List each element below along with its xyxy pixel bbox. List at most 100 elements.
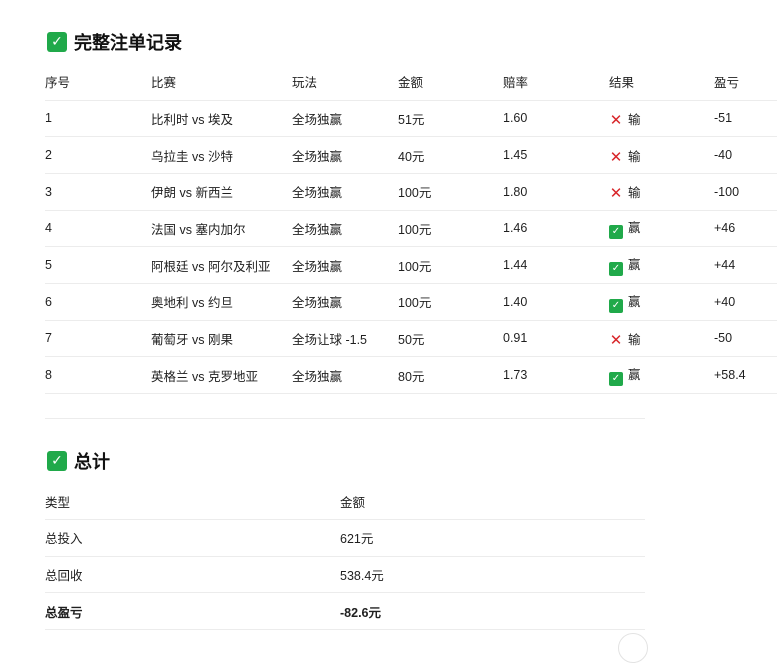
bet-result: ✓ 赢 bbox=[609, 210, 714, 247]
total-type: 总盈亏 bbox=[45, 605, 83, 620]
totals-title-text: 总计 bbox=[74, 452, 110, 472]
bet-odds: 1.40 bbox=[503, 294, 528, 309]
bet-odds: 1.44 bbox=[503, 258, 528, 273]
table-row: 5 阿根廷 vs 阿尔及利亚 全场独赢 100元 1.44 ✓ 赢 +44 bbox=[45, 246, 777, 284]
header-match: 比赛 bbox=[151, 76, 177, 91]
bet-pnl: +40 bbox=[714, 294, 736, 309]
bet-result: ✕ 输 bbox=[609, 137, 714, 174]
bet-result-label: 输 bbox=[628, 186, 641, 201]
bet-pnl: +46 bbox=[714, 221, 736, 236]
bet-odds: 1.46 bbox=[503, 221, 528, 236]
bet-match: 英格兰 vs 克罗地亚 bbox=[151, 369, 258, 384]
bet-result-label: 赢 bbox=[628, 368, 641, 383]
table-row: 1 比利时 vs 埃及 全场独赢 51元 1.60 ✕ 输 -51 bbox=[45, 100, 777, 137]
section-divider bbox=[45, 418, 645, 419]
bet-match: 法国 vs 塞内加尔 bbox=[151, 222, 246, 237]
bet-result-label: 输 bbox=[628, 149, 641, 164]
bet-result: ✓ 赢 bbox=[609, 357, 714, 394]
bet-no: 4 bbox=[45, 221, 52, 236]
bet-result: ✕ 输 bbox=[609, 173, 714, 210]
bets-table: 序号 比赛 玩法 金额 赔率 结果 盈亏 1 比利时 vs 埃及 全场独赢 51元 1.… bbox=[45, 64, 777, 394]
cross-icon: ✕ bbox=[609, 147, 623, 166]
cross-icon: ✕ bbox=[609, 110, 623, 129]
bet-no: 8 bbox=[45, 368, 52, 383]
total-amount: -82.6元 bbox=[340, 605, 381, 620]
bet-match: 比利时 vs 埃及 bbox=[151, 112, 233, 127]
bet-pnl: -100 bbox=[714, 184, 740, 199]
header-amount: 金额 bbox=[398, 76, 424, 91]
bet-odds: 1.80 bbox=[503, 184, 528, 199]
table-row: 8 英格兰 vs 克罗地亚 全场独赢 80元 1.73 ✓ 赢 +58.4 bbox=[45, 356, 777, 394]
records-title-text: 完整注单记录 bbox=[74, 33, 182, 53]
check-icon: ✓ bbox=[47, 451, 67, 471]
bet-play: 全场独赢 bbox=[292, 149, 343, 164]
bet-play: 全场独赢 bbox=[292, 222, 343, 237]
table-row: 总投入 621元 bbox=[45, 519, 645, 557]
totals-header-row: 类型 金额 bbox=[45, 483, 645, 520]
bet-no: 3 bbox=[45, 184, 52, 199]
total-type: 总回收 bbox=[45, 568, 83, 583]
total-amount: 621元 bbox=[340, 532, 374, 547]
bet-amount: 40元 bbox=[398, 149, 425, 164]
bet-amount: 100元 bbox=[398, 186, 432, 201]
bet-result-label: 赢 bbox=[628, 258, 641, 273]
bet-play: 全场独赢 bbox=[292, 186, 343, 201]
bet-no: 7 bbox=[45, 331, 52, 346]
bet-no: 2 bbox=[45, 148, 52, 163]
bet-match: 葡萄牙 vs 刚果 bbox=[151, 332, 233, 347]
header-play: 玩法 bbox=[292, 76, 318, 91]
bet-result-label: 输 bbox=[628, 112, 641, 127]
header-result: 结果 bbox=[609, 76, 635, 91]
bet-amount: 100元 bbox=[398, 259, 432, 274]
bet-result: ✓ 赢 bbox=[609, 247, 714, 284]
table-row: 总回收 538.4元 bbox=[45, 556, 645, 593]
bet-no: 6 bbox=[45, 294, 52, 309]
bet-play: 全场独赢 bbox=[292, 112, 343, 127]
bet-match: 伊朗 vs 新西兰 bbox=[151, 186, 233, 201]
bet-amount: 100元 bbox=[398, 296, 432, 311]
bets-header-row: 序号 比赛 玩法 金额 赔率 结果 盈亏 bbox=[45, 64, 777, 100]
bet-pnl: -50 bbox=[714, 331, 733, 346]
bet-odds: 1.45 bbox=[503, 148, 528, 163]
total-type: 总投入 bbox=[45, 532, 83, 547]
bet-pnl: -40 bbox=[714, 148, 733, 163]
check-icon: ✓ bbox=[609, 225, 623, 240]
header-pnl: 盈亏 bbox=[714, 76, 740, 91]
bet-no: 5 bbox=[45, 258, 52, 273]
table-row: 总盈亏 -82.6元 bbox=[45, 592, 645, 630]
header-no: 序号 bbox=[45, 76, 71, 91]
bet-match: 乌拉圭 vs 沙特 bbox=[151, 149, 233, 164]
records-title: ✓ 完整注单记录 bbox=[47, 29, 182, 55]
totals-title: ✓ 总计 bbox=[47, 448, 110, 474]
bet-amount: 100元 bbox=[398, 222, 432, 237]
bet-odds: 1.60 bbox=[503, 111, 528, 126]
bet-pnl: -51 bbox=[714, 111, 733, 126]
table-row: 6 奥地利 vs 约旦 全场独赢 100元 1.40 ✓ 赢 +40 bbox=[45, 283, 777, 320]
total-amount: 538.4元 bbox=[340, 568, 384, 583]
header-odds: 赔率 bbox=[503, 76, 529, 91]
table-row: 2 乌拉圭 vs 沙特 全场独赢 40元 1.45 ✕ 输 -40 bbox=[45, 136, 777, 174]
bets-body: 1 比利时 vs 埃及 全场独赢 51元 1.60 ✕ 输 -51 2 乌拉圭 vs 沙特 全场独赢… bbox=[45, 100, 777, 394]
bet-play: 全场独赢 bbox=[292, 369, 343, 384]
table-row: 4 法国 vs 塞内加尔 全场独赢 100元 1.46 ✓ 赢 +46 bbox=[45, 210, 777, 247]
scroll-to-bottom-button[interactable] bbox=[618, 633, 648, 663]
bet-result-label: 输 bbox=[628, 332, 641, 347]
header-total-amount: 金额 bbox=[340, 495, 366, 510]
cross-icon: ✕ bbox=[609, 184, 623, 203]
check-icon: ✓ bbox=[609, 298, 623, 313]
header-type: 类型 bbox=[45, 495, 71, 510]
bet-result: ✕ 输 bbox=[609, 100, 714, 137]
bet-pnl: +58.4 bbox=[714, 368, 746, 383]
bet-result-label: 赢 bbox=[628, 294, 641, 309]
bet-match: 奥地利 vs 约旦 bbox=[151, 296, 233, 311]
table-row: 7 葡萄牙 vs 刚果 全场让球 -1.5 50元 0.91 ✕ 输 -50 bbox=[45, 320, 777, 357]
bet-play: 全场独赢 bbox=[292, 296, 343, 311]
bet-no: 1 bbox=[45, 111, 52, 126]
bet-play: 全场让球 -1.5 bbox=[292, 332, 368, 347]
bet-amount: 50元 bbox=[398, 332, 425, 347]
check-icon: ✓ bbox=[47, 32, 67, 52]
cross-icon: ✕ bbox=[609, 330, 623, 349]
bet-play: 全场独赢 bbox=[292, 259, 343, 274]
bet-pnl: +44 bbox=[714, 258, 736, 273]
table-row: 3 伊朗 vs 新西兰 全场独赢 100元 1.80 ✕ 输 -100 bbox=[45, 173, 777, 210]
